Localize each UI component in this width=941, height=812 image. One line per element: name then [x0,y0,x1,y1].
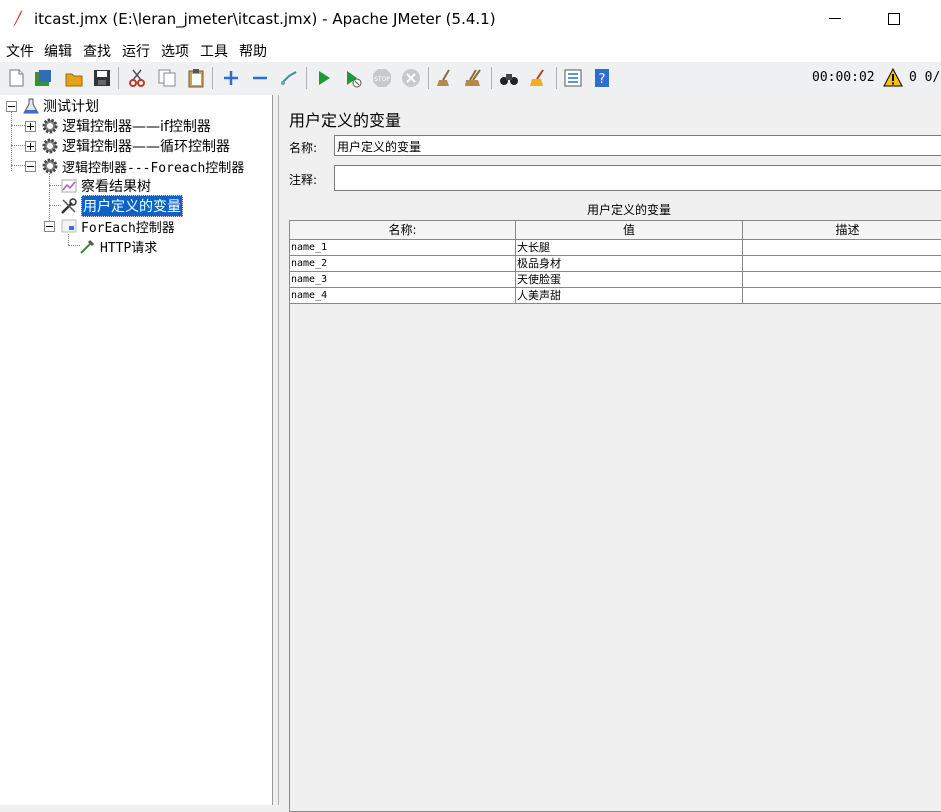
cell-value[interactable]: 极品身材 [516,256,743,272]
thread-count: 0/ [924,70,941,85]
tree-label: HTTP请求 [100,240,158,256]
cell-name[interactable]: name_3 [290,272,516,288]
cell-description[interactable] [743,288,941,304]
tree-toggle-foreach-controller[interactable] [44,221,55,232]
copy-icon[interactable] [157,68,177,88]
menu-search[interactable]: 查找 [83,41,111,61]
foreach-icon [61,219,77,233]
test-plan-tree: 测试计划 逻辑控制器——if控制器 逻辑控制器——循环控制器 逻辑控制器---F… [0,95,273,805]
menu-bar: 文件 编辑 查找 运行 选项 工具 帮助 [0,38,941,62]
expand-icon[interactable] [221,68,241,88]
function-helper-icon[interactable] [563,68,583,88]
new-icon[interactable] [6,68,26,88]
tree-toggle-root[interactable] [6,101,17,112]
cell-name[interactable]: name_1 [290,240,516,256]
search-icon[interactable] [499,68,519,88]
tree-label: 察看结果树 [81,179,151,195]
name-label: 名称: [289,141,318,155]
gear-icon [42,138,58,154]
toggle-icon[interactable] [279,68,299,88]
wrench-icon [61,198,77,214]
tree-label: ForEach控制器 [81,220,175,236]
svg-text:?: ? [599,72,606,87]
cell-description[interactable] [743,272,941,288]
cell-name[interactable]: name_2 [290,256,516,272]
help-icon[interactable]: ? [592,68,612,88]
tree-toggle-loop[interactable] [25,141,36,152]
tree-toggle-foreach[interactable] [25,161,36,172]
tree-node-loop-controller[interactable]: 逻辑控制器——循环控制器 [41,136,230,156]
svg-text:STOP: STOP [374,76,390,83]
cell-value[interactable]: 天使脸蛋 [516,272,743,288]
tree-node-foreach-logic-controller[interactable]: 逻辑控制器---Foreach控制器 [41,156,244,176]
gear-icon [42,118,58,134]
menu-run[interactable]: 运行 [122,41,150,61]
maximize-button[interactable] [870,6,916,32]
cell-name[interactable]: name_4 [290,288,516,304]
column-header-name[interactable]: 名称: [290,221,516,240]
tree-label: 测试计划 [43,99,99,115]
tree-label: 逻辑控制器——if控制器 [62,119,211,135]
tree-node-user-defined-variables[interactable]: 用户定义的变量 [60,195,183,217]
tree-node-if-controller[interactable]: 逻辑控制器——if控制器 [41,116,211,136]
menu-tools[interactable]: 工具 [200,41,228,61]
tree-label: 逻辑控制器——循环控制器 [62,139,230,155]
menu-edit[interactable]: 编辑 [44,41,72,61]
tree-node-http-request[interactable]: HTTP请求 [79,236,157,256]
table-title: 用户定义的变量 [586,203,671,217]
window-title: itcast.jmx (E:\leran_jmeter\itcast.jmx) … [34,10,496,28]
shutdown-icon[interactable] [401,68,421,88]
name-field[interactable]: 用户定义的变量 [334,135,941,156]
cell-value[interactable]: 大长腿 [516,240,743,256]
user-defined-variables-panel: 用户定义的变量 名称: 用户定义的变量 注释: 用户定义的变量 名称: 值 描述… [279,95,941,812]
menu-options[interactable]: 选项 [161,41,189,61]
elapsed-timer: 00:00:02 [812,70,875,85]
column-header-description[interactable]: 描述 [743,221,941,240]
cell-description[interactable] [743,256,941,272]
comment-label: 注释: [289,173,318,187]
status-counter: 0 0/ [909,70,940,85]
chart-icon [61,179,77,193]
cut-icon[interactable] [127,68,147,88]
panel-title: 用户定义的变量 [289,111,402,130]
tree-node-test-plan[interactable]: 测试计划 [22,96,99,116]
toolbar: STOP ? 00:00:02 0 0/ [0,62,941,96]
stop-icon[interactable]: STOP [372,68,392,88]
tree-node-foreach-controller[interactable]: ForEach控制器 [60,216,175,236]
clear-icon[interactable] [435,68,455,88]
pipette-icon [80,239,95,254]
start-icon[interactable] [314,68,334,88]
gear-icon [42,158,58,174]
collapse-icon[interactable] [250,68,270,88]
tree-label: 逻辑控制器---Foreach控制器 [62,160,245,176]
templates-icon[interactable] [33,68,53,88]
menu-file[interactable]: 文件 [6,41,34,61]
open-icon[interactable] [64,68,84,88]
tree-node-view-results-tree[interactable]: 察看结果树 [60,176,151,196]
warning-count: 0 [909,70,917,85]
menu-help[interactable]: 帮助 [239,41,267,61]
comment-field[interactable] [334,165,941,191]
jmeter-feather-icon [13,10,23,27]
start-no-pause-icon[interactable] [343,68,363,88]
save-icon[interactable] [92,68,112,88]
warning-icon[interactable] [883,68,903,88]
paste-icon[interactable] [186,68,206,88]
minimize-button[interactable] [815,6,861,32]
cell-value[interactable]: 人美声甜 [516,288,743,304]
tree-toggle-if[interactable] [25,121,36,132]
variables-table: 名称: 值 描述 name_1 大长腿 name_2 极品身材 name_3 天… [289,220,941,812]
title-bar: itcast.jmx (E:\leran_jmeter\itcast.jmx) … [0,0,941,38]
column-header-value[interactable]: 值 [516,221,743,240]
reset-search-icon[interactable] [528,68,548,88]
tree-label: 用户定义的变量 [81,195,183,217]
cell-description[interactable] [743,240,941,256]
flask-icon [23,98,39,114]
clear-all-icon[interactable] [464,68,484,88]
